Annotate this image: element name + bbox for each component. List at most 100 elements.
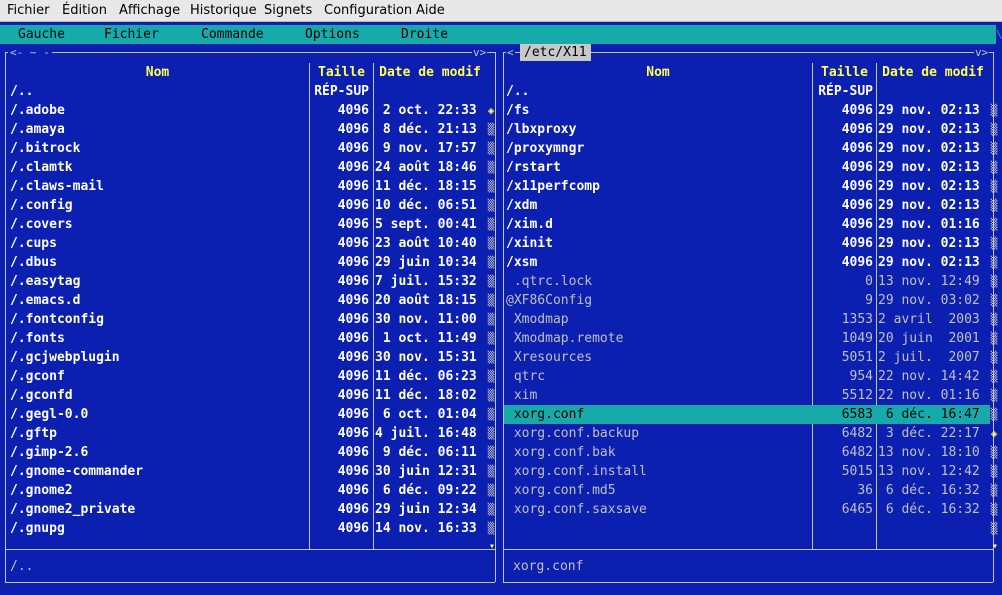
left-file-row[interactable]: /.gegl-0.0 4096 6 oct. 01:04 xyxy=(6,405,487,424)
left-scroll-track[interactable]: ▒ xyxy=(487,158,495,177)
right-file-row[interactable]: Xresources 5051 2 juil. 2007 xyxy=(504,348,990,367)
left-scroll-track[interactable]: ▒ xyxy=(487,405,495,424)
window-menu-5[interactable]: Configuration xyxy=(324,2,412,19)
left-panel-arrow-tag[interactable]: v> xyxy=(472,44,488,61)
right-scroll-track[interactable]: ▒ xyxy=(990,310,998,329)
left-col-name-header[interactable]: Nom xyxy=(6,63,309,82)
window-menu-1[interactable]: Édition xyxy=(62,2,107,19)
right-file-row[interactable]: xorg.conf 6583 6 déc. 16:47 xyxy=(504,405,990,424)
right-scroll-track[interactable]: ▒ xyxy=(990,272,998,291)
left-scroll-track[interactable]: ▒ xyxy=(487,367,495,386)
right-scroll-track[interactable]: ▒ xyxy=(990,481,998,500)
left-file-row[interactable]: /.gconfd 4096 11 déc. 18:02 xyxy=(6,386,487,405)
left-scroll-track[interactable]: ▒ xyxy=(487,196,495,215)
left-col-date-header[interactable]: Date de modif xyxy=(374,63,486,82)
right-file-row[interactable]: @XF86Config 9 29 nov. 03:02 xyxy=(504,291,990,310)
right-scroll-track[interactable]: ▒ xyxy=(990,177,998,196)
right-scroll-track[interactable]: ▒ xyxy=(990,500,998,519)
left-file-row[interactable]: /.gnome2 4096 6 déc. 09:22 xyxy=(6,481,487,500)
mc-menu-0[interactable]: Gauche xyxy=(18,25,65,44)
right-scroll-track[interactable]: ▒ xyxy=(990,386,998,405)
right-file-row[interactable]: /xinit 4096 29 nov. 02:13 xyxy=(504,234,990,253)
right-scroll-down-icon[interactable]: ▾ xyxy=(992,541,998,552)
left-scroll-track[interactable]: ▒ xyxy=(487,424,495,443)
right-file-row[interactable]: xorg.conf.md5 36 6 déc. 16:32 xyxy=(504,481,990,500)
left-scroll-thumb-icon[interactable]: ◈ xyxy=(487,101,495,120)
left-scroll-track[interactable]: ▒ xyxy=(487,272,495,291)
left-file-row[interactable]: /.bitrock 4096 9 nov. 17:57 xyxy=(6,139,487,158)
window-menu-3[interactable]: Historique xyxy=(190,2,257,19)
right-col-date-header[interactable]: Date de modif xyxy=(877,63,989,82)
left-file-row[interactable]: /.gconf 4096 11 déc. 06:23 xyxy=(6,367,487,386)
right-file-row[interactable]: /.. RÉP-SUP xyxy=(504,82,990,101)
right-file-row[interactable]: Xmodmap 1353 2 avril 2003 xyxy=(504,310,990,329)
window-menu-6[interactable]: Aide xyxy=(416,2,445,19)
right-file-row[interactable]: /rstart 4096 29 nov. 02:13 xyxy=(504,158,990,177)
left-file-row[interactable]: /.cups 4096 23 août 10:40 xyxy=(6,234,487,253)
right-col-name-header[interactable]: Nom xyxy=(504,63,812,82)
left-file-row[interactable]: /.emacs.d 4096 20 août 18:15 xyxy=(6,291,487,310)
left-scroll-track[interactable]: ▒ xyxy=(487,386,495,405)
left-file-row[interactable]: /.config 4096 10 déc. 06:51 xyxy=(6,196,487,215)
left-scroll-track[interactable]: ▒ xyxy=(487,348,495,367)
right-panel-arrow-tag[interactable]: v> xyxy=(974,44,990,61)
right-scroll-track[interactable]: ▒ xyxy=(990,348,998,367)
right-file-row[interactable]: /xdm 4096 29 nov. 02:13 xyxy=(504,196,990,215)
left-file-row[interactable]: /.gimp-2.6 4096 9 déc. 06:11 xyxy=(6,443,487,462)
mc-menu-1[interactable]: Fichier xyxy=(104,25,159,44)
right-file-row[interactable]: xorg.conf.backup 6482 3 déc. 22:17 xyxy=(504,424,990,443)
right-scroll-track[interactable]: ▒ xyxy=(990,462,998,481)
left-scroll-track[interactable]: ▒ xyxy=(487,462,495,481)
right-scroll-track[interactable]: ▒ xyxy=(990,519,998,538)
left-file-row[interactable]: /.gnupg 4096 14 nov. 16:33 xyxy=(6,519,487,538)
right-scroll-track[interactable]: ▒ xyxy=(990,253,998,272)
left-file-row[interactable]: /.dbus 4096 29 juin 10:34 xyxy=(6,253,487,272)
left-scroll-track[interactable]: ▒ xyxy=(487,177,495,196)
right-scroll-track[interactable]: ▒ xyxy=(990,234,998,253)
right-scroll-track[interactable]: ▒ xyxy=(990,405,998,424)
left-scroll-down-icon[interactable]: ▾ xyxy=(489,541,495,552)
left-scroll-track[interactable]: ▒ xyxy=(487,139,495,158)
right-scroll-track[interactable]: ▒ xyxy=(990,291,998,310)
left-file-row[interactable]: /.gcjwebplugin 4096 30 nov. 15:31 xyxy=(6,348,487,367)
window-menu-4[interactable]: Signets xyxy=(264,2,312,19)
left-file-row[interactable]: /.fonts 4096 1 oct. 11:49 xyxy=(6,329,487,348)
right-path-title[interactable]: /etc/X11 xyxy=(520,44,591,61)
right-file-row[interactable]: /lbxproxy 4096 29 nov. 02:13 xyxy=(504,120,990,139)
left-file-row[interactable]: /.gnome2_private 4096 29 juin 12:34 xyxy=(6,500,487,519)
right-scroll-thumb-icon[interactable]: ◈ xyxy=(990,424,998,443)
right-file-row[interactable]: xim 5512 22 nov. 01:16 xyxy=(504,386,990,405)
right-panel[interactable]: < /etc/X11 v> Nom Taille Date de modif /… xyxy=(500,44,1002,589)
right-file-row[interactable]: /fs 4096 29 nov. 02:13 xyxy=(504,101,990,120)
left-file-row[interactable]: /.clamtk 4096 24 août 18:46 xyxy=(6,158,487,177)
right-file-row[interactable]: .qtrc.lock 0 13 nov. 12:49 xyxy=(504,272,990,291)
left-scroll-track[interactable]: ▒ xyxy=(487,329,495,348)
right-file-row[interactable]: xorg.conf.bak 6482 13 nov. 18:10 xyxy=(504,443,990,462)
right-scroll-track[interactable]: ▒ xyxy=(990,443,998,462)
right-panel-left-arrow[interactable]: < xyxy=(506,44,515,61)
left-file-row[interactable]: /.amaya 4096 8 déc. 21:13 xyxy=(6,120,487,139)
right-scroll-track[interactable]: ▒ xyxy=(990,196,998,215)
left-file-row[interactable]: /.easytag 4096 7 juil. 15:32 xyxy=(6,272,487,291)
right-scroll-track[interactable]: ▒ xyxy=(990,139,998,158)
left-file-row[interactable]: /.. RÉP-SUP xyxy=(6,82,487,101)
left-scroll-track[interactable]: ▒ xyxy=(487,500,495,519)
left-file-row[interactable]: /.gftp 4096 4 juil. 16:48 xyxy=(6,424,487,443)
right-file-row[interactable]: qtrc 954 22 nov. 14:42 xyxy=(504,367,990,386)
window-menu-0[interactable]: Fichier xyxy=(7,2,50,19)
right-file-row[interactable]: /xim.d 4096 29 nov. 01:16 xyxy=(504,215,990,234)
left-scroll-track[interactable]: ▒ xyxy=(487,234,495,253)
right-scroll-track[interactable]: ▒ xyxy=(990,158,998,177)
window-menu-2[interactable]: Affichage xyxy=(119,2,180,19)
right-file-row[interactable]: /proxymngr 4096 29 nov. 02:13 xyxy=(504,139,990,158)
left-scroll-track[interactable]: ▒ xyxy=(487,120,495,139)
right-scroll-track[interactable]: ▒ xyxy=(990,215,998,234)
left-file-row[interactable]: /.fontconfig 4096 30 nov. 11:00 xyxy=(6,310,487,329)
mc-menu-2[interactable]: Commande xyxy=(201,25,264,44)
left-file-row[interactable]: /.claws-mail 4096 11 déc. 18:15 xyxy=(6,177,487,196)
right-scroll-track[interactable]: ▒ xyxy=(990,120,998,139)
right-scroll-track[interactable]: ▒ xyxy=(990,101,998,120)
right-scroll-track[interactable]: ▒ xyxy=(990,367,998,386)
left-file-row[interactable]: /.covers 4096 5 sept. 00:41 xyxy=(6,215,487,234)
left-scroll-track[interactable]: ▒ xyxy=(487,519,495,538)
